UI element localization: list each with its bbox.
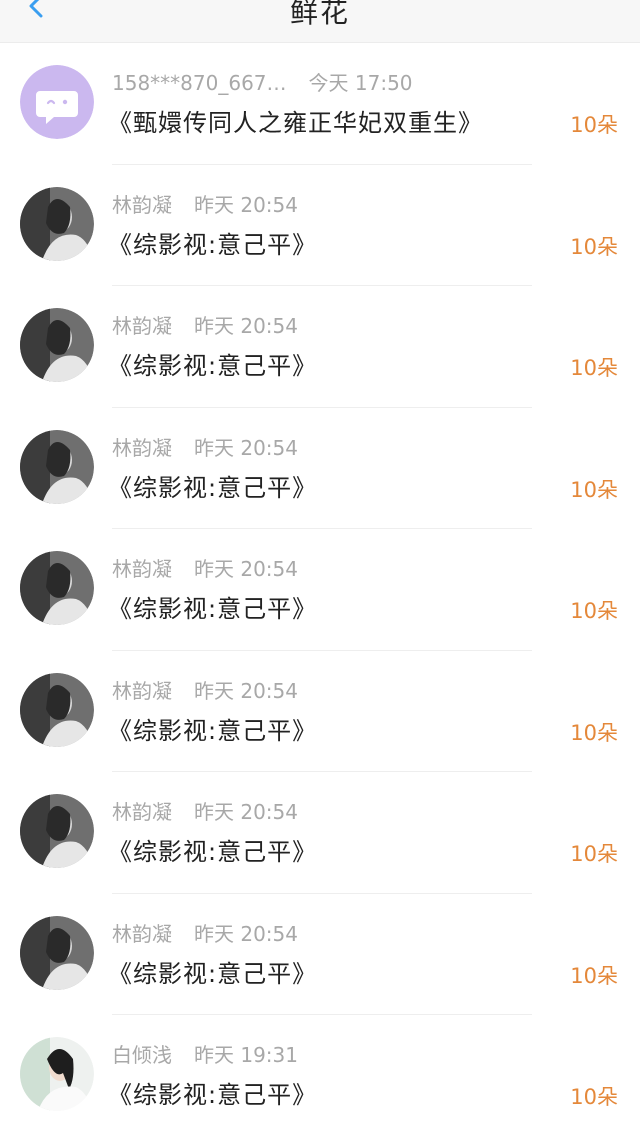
book-title[interactable]: 《甄嬛传同人之雍正华妃双重生》 bbox=[108, 103, 483, 138]
user-name: 林韵凝 bbox=[112, 314, 172, 338]
book-title[interactable]: 《综影视:意己平》 bbox=[108, 954, 317, 989]
timestamp: 今天 17:50 bbox=[308, 71, 413, 95]
timestamp: 昨天 20:54 bbox=[194, 314, 298, 338]
avatar[interactable] bbox=[20, 65, 94, 139]
timestamp: 昨天 20:54 bbox=[194, 678, 298, 703]
book-title[interactable]: 《综影视:意己平》 bbox=[108, 468, 317, 503]
book-title[interactable]: 《综影视:意己平》 bbox=[108, 711, 317, 746]
user-name: 林韵凝 bbox=[112, 800, 172, 824]
user-name: 林韵凝 bbox=[112, 921, 172, 946]
timestamp: 昨天 20:54 bbox=[194, 800, 298, 824]
list-item[interactable]: 林韵凝 昨天 20:54 《综影视:意己平》 10朵 bbox=[0, 286, 640, 408]
list-item[interactable]: 林韵凝 昨天 20:54 《综影视:意己平》 10朵 bbox=[0, 408, 640, 529]
book-title[interactable]: 《综影视:意己平》 bbox=[108, 346, 317, 381]
timestamp: 昨天 20:54 bbox=[194, 921, 298, 946]
avatar[interactable] bbox=[20, 429, 94, 504]
avatar[interactable] bbox=[20, 1037, 94, 1111]
list-item[interactable]: 林韵凝 昨天 20:54 《综影视:意己平》 10朵 bbox=[0, 529, 640, 651]
flower-count: 10朵 bbox=[570, 720, 618, 745]
flower-count: 10朵 bbox=[570, 1085, 618, 1109]
user-name: 林韵凝 bbox=[112, 557, 172, 581]
top-bar: 鲜花 bbox=[0, 0, 640, 43]
avatar[interactable] bbox=[20, 672, 94, 747]
avatar[interactable] bbox=[20, 915, 94, 990]
page-title: 鲜花 bbox=[289, 0, 350, 29]
list-item[interactable]: 林韵凝 昨天 20:54 《综影视:意己平》 10朵 bbox=[0, 772, 640, 894]
user-name: 林韵凝 bbox=[112, 678, 172, 703]
avatar[interactable] bbox=[20, 308, 94, 382]
avatar[interactable] bbox=[20, 186, 94, 261]
user-name: 白倾浅 bbox=[112, 1043, 172, 1067]
avatar[interactable] bbox=[20, 794, 94, 868]
user-name: 158***870_667… bbox=[112, 71, 287, 95]
timestamp: 昨天 20:54 bbox=[194, 192, 298, 217]
list-item[interactable]: 白倾浅 昨天 19:31 《综影视:意己平》 10朵 bbox=[0, 1015, 640, 1137]
list-item[interactable]: 158***870_667… 今天 17:50 《甄嬛传同人之雍正华妃双重生》 1… bbox=[0, 43, 640, 165]
timestamp: 昨天 19:31 bbox=[194, 1043, 298, 1067]
list-item[interactable]: 林韵凝 昨天 20:54 《综影视:意己平》 10朵 bbox=[0, 894, 640, 1015]
user-name: 林韵凝 bbox=[112, 192, 172, 217]
flower-count: 10朵 bbox=[570, 477, 618, 502]
list-item[interactable]: 林韵凝 昨天 20:54 《综影视:意己平》 10朵 bbox=[0, 165, 640, 286]
book-title[interactable]: 《综影视:意己平》 bbox=[108, 589, 317, 624]
book-title[interactable]: 《综影视:意己平》 bbox=[108, 832, 317, 867]
avatar[interactable] bbox=[20, 551, 94, 625]
flower-count: 10朵 bbox=[570, 234, 618, 259]
book-title[interactable]: 《综影视:意己平》 bbox=[108, 1075, 317, 1110]
flower-count: 10朵 bbox=[570, 113, 618, 137]
list-item[interactable]: 林韵凝 昨天 20:54 《综影视:意己平》 10朵 bbox=[0, 651, 640, 772]
flower-count: 10朵 bbox=[570, 356, 618, 380]
flower-count: 10朵 bbox=[570, 842, 618, 866]
flower-count: 10朵 bbox=[570, 963, 618, 988]
flower-count: 10朵 bbox=[570, 599, 618, 623]
book-title[interactable]: 《综影视:意己平》 bbox=[108, 225, 317, 260]
user-name: 林韵凝 bbox=[112, 435, 172, 460]
flower-list: 158***870_667… 今天 17:50 《甄嬛传同人之雍正华妃双重生》 1… bbox=[0, 43, 640, 1137]
timestamp: 昨天 20:54 bbox=[194, 435, 298, 460]
timestamp: 昨天 20:54 bbox=[194, 557, 298, 581]
